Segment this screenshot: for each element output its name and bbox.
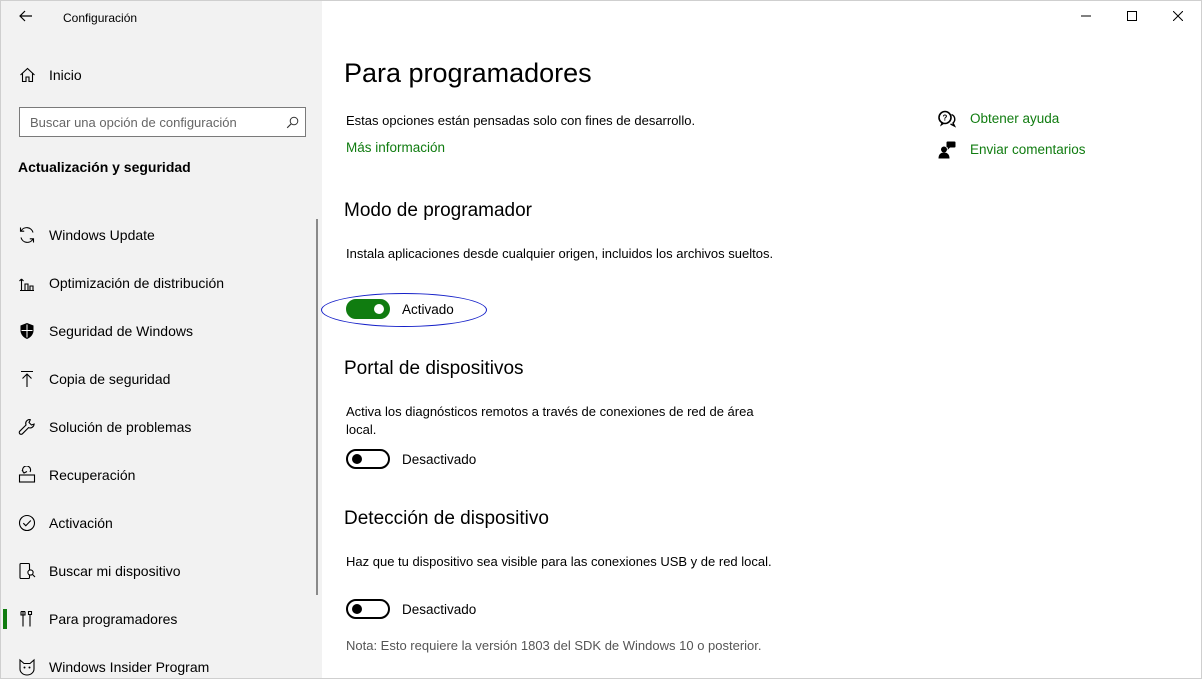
device-portal-state: Desactivado <box>402 451 477 467</box>
sidebar-item-label: Para programadores <box>49 611 178 627</box>
help-links: ? Obtener ayuda Enviar comentarios <box>936 103 1086 165</box>
search-icon[interactable] <box>279 109 305 135</box>
sidebar-item-troubleshoot[interactable]: Solución de problemas <box>1 403 322 451</box>
chat-help-icon: ? <box>936 109 958 129</box>
device-discovery-state: Desactivado <box>402 601 477 617</box>
device-portal-heading: Portal de dispositivos <box>344 358 524 379</box>
developer-mode-toggle[interactable] <box>346 299 390 319</box>
device-portal-toggle[interactable] <box>346 449 390 469</box>
sidebar-item-home[interactable]: Inicio <box>1 59 322 91</box>
app-title: Configuración <box>63 11 138 25</box>
send-feedback-label: Enviar comentarios <box>970 142 1086 157</box>
settings-window: Configuración Inicio Actualización y seg… <box>0 0 1202 679</box>
send-feedback-link[interactable]: Enviar comentarios <box>936 134 1086 165</box>
sidebar-item-label: Recuperación <box>49 467 136 483</box>
svg-text:?: ? <box>943 113 948 122</box>
sidebar-item-label: Seguridad de Windows <box>49 323 193 339</box>
backup-arrow-icon <box>18 370 36 388</box>
device-discovery-toggle[interactable] <box>346 599 390 619</box>
developer-mode-state: Activado <box>402 301 454 317</box>
main-content: Para programadores Estas opciones están … <box>322 1 1201 678</box>
device-discovery-description: Haz que tu dispositivo sea visible para … <box>346 554 772 569</box>
sidebar-item-label: Copia de seguridad <box>49 371 171 387</box>
sidebar: Configuración Inicio Actualización y seg… <box>1 1 322 678</box>
device-discovery-heading: Detección de dispositivo <box>344 508 549 529</box>
section-title: Actualización y seguridad <box>18 159 191 175</box>
search-input[interactable] <box>30 114 279 130</box>
sidebar-item-windows-update[interactable]: Windows Update <box>1 211 322 259</box>
recovery-icon <box>18 466 36 484</box>
toggle-knob <box>352 604 362 614</box>
wrench-icon <box>18 418 36 436</box>
search-box[interactable] <box>19 107 306 137</box>
find-device-icon <box>18 562 36 580</box>
toggle-knob <box>352 454 362 464</box>
sidebar-item-windows-security[interactable]: Seguridad de Windows <box>1 307 322 355</box>
sidebar-item-windows-insider[interactable]: Windows Insider Program <box>1 643 322 678</box>
get-help-label: Obtener ayuda <box>970 111 1060 126</box>
developer-tools-icon <box>18 610 36 628</box>
back-arrow-icon <box>19 9 33 27</box>
developer-mode-heading: Modo de programador <box>344 200 532 221</box>
sidebar-scrollbar[interactable] <box>316 219 318 595</box>
sidebar-item-label: Activación <box>49 515 113 531</box>
sidebar-item-delivery-optimization[interactable]: Optimización de distribución <box>1 259 322 307</box>
sdk-note: Nota: Esto requiere la versión 1803 del … <box>346 638 762 653</box>
shield-icon <box>18 322 36 340</box>
sidebar-item-label: Solución de problemas <box>49 419 192 435</box>
sidebar-item-label: Optimización de distribución <box>49 275 225 291</box>
home-icon <box>18 66 36 84</box>
developer-mode-row: Activado <box>346 299 454 319</box>
device-discovery-row: Desactivado <box>346 599 476 619</box>
delivery-optimization-icon <box>18 274 36 292</box>
sidebar-item-for-developers[interactable]: Para programadores <box>1 595 322 643</box>
toggle-knob <box>374 304 384 314</box>
sidebar-nav: Windows Update Optimización de distribuc… <box>1 211 322 678</box>
intro-text: Estas opciones están pensadas solo con f… <box>346 113 696 128</box>
sidebar-item-label: Buscar mi dispositivo <box>49 563 181 579</box>
developer-mode-description: Instala aplicaciones desde cualquier ori… <box>346 246 774 261</box>
sync-icon <box>18 226 36 244</box>
page-title: Para programadores <box>344 58 592 88</box>
sidebar-item-label: Inicio <box>49 67 82 83</box>
back-button[interactable] <box>11 5 41 31</box>
more-info-link[interactable]: Más información <box>346 140 445 155</box>
feedback-person-icon <box>936 140 958 160</box>
device-portal-row: Desactivado <box>346 449 476 469</box>
sidebar-item-label: Windows Update <box>49 227 155 243</box>
sidebar-item-find-my-device[interactable]: Buscar mi dispositivo <box>1 547 322 595</box>
sidebar-item-backup[interactable]: Copia de seguridad <box>1 355 322 403</box>
device-portal-description: Activa los diagnósticos remotos a través… <box>346 404 754 437</box>
check-circle-icon <box>18 514 36 532</box>
sidebar-item-activation[interactable]: Activación <box>1 499 322 547</box>
sidebar-item-label: Windows Insider Program <box>49 659 210 675</box>
get-help-link[interactable]: ? Obtener ayuda <box>936 103 1086 134</box>
insider-cat-icon <box>18 658 36 676</box>
sidebar-item-recovery[interactable]: Recuperación <box>1 451 322 499</box>
